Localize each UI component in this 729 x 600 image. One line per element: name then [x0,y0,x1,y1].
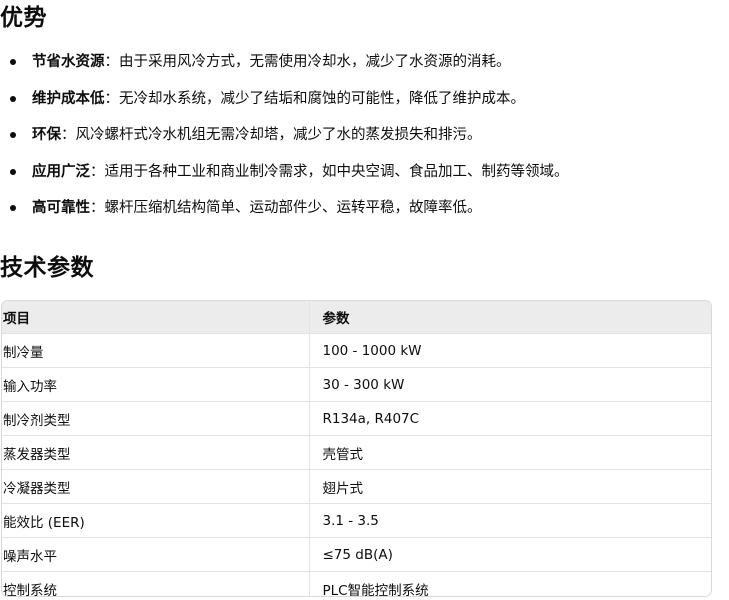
advantage-term: 高可靠性 [32,200,90,216]
cell-param: 100 - 1000 kW [309,333,711,368]
table-header-row: 项目 参数 [2,301,711,334]
advantage-term: 维护成本低 [32,90,105,107]
bullet-icon [10,59,16,65]
cell-param: 30 - 300 kW [309,367,711,402]
table-row: 噪声水平 ≤75 dB(A) [2,537,711,572]
cell-param: PLC智能控制系统 [322,582,429,597]
advantages-heading: 优势 [0,5,47,31]
cell-item: 冷凝器类型 [2,469,310,504]
list-item: 高可靠性：螺杆压缩机结构简单、运动部件少、运转平稳，故障率低。 [0,190,729,227]
table-row: 制冷剂类型 R134a, R407C [2,401,711,436]
table-row: 控制系统 PLC智能控制系统 [2,571,711,597]
specs-table-container: 项目 参数 制冷量 100 - 1000 kW 输入功率 30 - 300 kW… [1,300,712,597]
advantages-list: 节省水资源：由于采用风冷方式，无需使用冷却水，减少了水资源的消耗。 维护成本低：… [0,44,729,227]
table-row: 制冷量 100 - 1000 kW [2,333,711,368]
advantage-term: 应用广泛 [32,163,90,180]
table-row: 蒸发器类型 壳管式 [2,435,711,470]
list-item: 维护成本低：无冷却水系统，减少了结垢和腐蚀的可能性，降低了维护成本。 [0,81,729,118]
advantage-desc: ：适用于各种工业和商业制冷需求，如中央空调、食品加工、制药等领域。 [90,163,569,180]
list-item: 环保：风冷螺杆式冷水机组无需冷却塔，减少了水的蒸发损失和排污。 [0,117,729,154]
table-row: 能效比 (EER) 3.1 - 3.5 [2,503,711,538]
cell-item: 能效比 (EER) [2,503,310,538]
cell-param: R134a, R407C [309,401,711,436]
cell-param: 3.1 - 3.5 [309,503,711,538]
advantage-term: 节省水资源 [32,54,105,70]
cell-item: 制冷剂类型 [2,401,310,436]
cell-item: 噪声水平 [2,537,310,572]
list-item: 节省水资源：由于采用风冷方式，无需使用冷却水，减少了水资源的消耗。 [0,44,729,81]
bullet-icon [10,132,16,138]
cell-param: 壳管式 [309,435,711,470]
list-item: 应用广泛：适用于各种工业和商业制冷需求，如中央空调、食品加工、制药等领域。 [0,154,729,191]
cell-item: 蒸发器类型 [2,435,310,470]
cell-item: 制冷量 [2,333,310,368]
advantage-term: 环保 [32,127,61,143]
specs-table: 项目 参数 制冷量 100 - 1000 kW 输入功率 30 - 300 kW… [2,301,711,597]
bullet-icon [10,95,16,102]
column-header-item: 项目 [2,301,310,334]
table-row: 冷凝器类型 翅片式 [2,469,711,504]
cell-item: 输入功率 [2,367,310,402]
column-header-param: 参数 [309,301,711,334]
cell-param: ≤75 dB(A) [309,537,711,572]
advantage-desc: ：螺杆压缩机结构简单、运动部件少、运转平稳，故障率低。 [90,200,482,216]
table-row: 输入功率 30 - 300 kW [2,367,711,402]
cell-item: 控制系统 [2,571,310,596]
cell-param: 翅片式 [309,469,711,504]
bullet-icon [10,205,16,211]
specs-heading: 技术参数 [0,255,94,281]
bullet-icon [10,168,16,175]
advantage-desc: ：由于采用风冷方式，无需使用冷却水，减少了水资源的消耗。 [104,54,511,70]
advantage-desc: ：风冷螺杆式冷水机组无需冷却塔，减少了水的蒸发损失和排污。 [61,127,482,143]
advantage-desc: ：无冷却水系统，减少了结垢和腐蚀的可能性，降低了维护成本。 [104,90,526,107]
